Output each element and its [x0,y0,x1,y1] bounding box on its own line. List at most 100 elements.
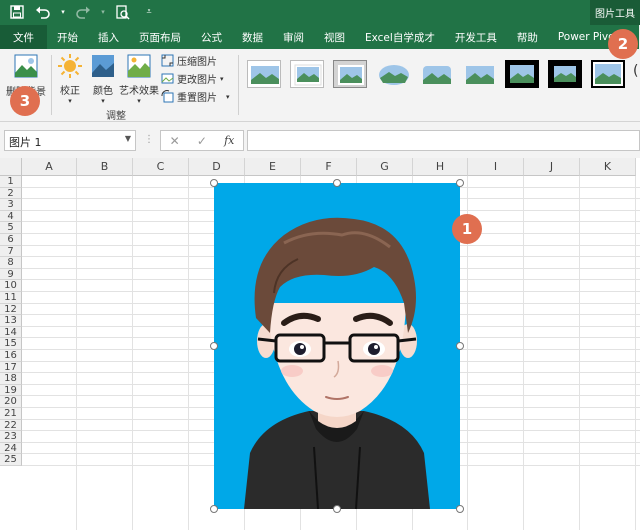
color-button[interactable]: 颜色 ▾ [88,53,118,105]
tab-review[interactable]: 审阅 [273,25,314,49]
row-header[interactable]: 1 [0,176,22,188]
color-dropdown-icon: ▾ [101,97,105,105]
row-header[interactable]: 4 [0,210,22,223]
artistic-effects-button[interactable]: 艺术效果 ▾ [118,53,160,105]
resize-handle-top[interactable] [333,179,341,187]
formula-bar-grip-icon[interactable]: ⋮ [144,134,154,145]
tab-data[interactable]: 数据 [232,25,273,49]
compress-pictures-button[interactable]: 压缩图片 [161,53,230,68]
compress-pictures-label: 压缩图片 [177,57,217,68]
resize-handle-top-left[interactable] [210,179,218,187]
row-header[interactable]: 5 [0,222,22,234]
corrections-button[interactable]: 校正 ▾ [55,53,85,105]
resize-handle-bottom[interactable] [333,505,341,513]
picture-style-6[interactable] [462,60,496,88]
picture-style-9[interactable] [591,60,625,88]
column-header[interactable]: F [301,158,357,176]
resize-handle-top-right[interactable] [456,179,464,187]
tab-file[interactable]: 文件 [0,25,47,49]
change-picture-button[interactable]: 更改图片 ▾ [161,71,230,86]
tab-formulas[interactable]: 公式 [191,25,232,49]
formula-input[interactable] [247,130,640,151]
enter-icon[interactable]: ✓ [197,134,207,148]
column-header[interactable]: C [133,158,189,176]
save-icon[interactable] [8,3,26,21]
row-header[interactable]: 17 [0,361,22,374]
inserted-picture[interactable] [214,183,460,509]
avatar-illustration [244,217,430,509]
column-header[interactable]: I [468,158,524,176]
row-header[interactable]: 6 [0,234,22,246]
row-header[interactable]: 18 [0,373,22,385]
row-header[interactable]: 13 [0,315,22,327]
customize-qat-icon[interactable]: ⩡ [140,3,158,21]
column-header[interactable]: J [524,158,580,176]
row-header[interactable]: 8 [0,257,22,269]
picture-style-5[interactable] [419,60,453,88]
redo-icon[interactable] [74,3,92,21]
picture-tools-context-label: 图片工具 [590,0,640,25]
print-preview-icon[interactable] [114,3,132,21]
picture-style-4[interactable] [376,60,410,88]
column-gridline [523,176,524,530]
resize-handle-left[interactable] [210,342,218,350]
resize-handle-bottom-left[interactable] [210,505,218,513]
row-header[interactable]: 23 [0,431,22,443]
picture-style-3[interactable] [333,60,367,88]
row-header[interactable]: 15 [0,338,22,350]
row-header[interactable]: 10 [0,280,22,292]
resize-handle-right[interactable] [456,342,464,350]
row-header[interactable]: 14 [0,326,22,339]
row-header[interactable]: 11 [0,292,22,304]
undo-dropdown-icon[interactable]: ▾ [60,3,66,21]
tab-help[interactable]: 帮助 [507,25,548,49]
row-header[interactable]: 12 [0,303,22,316]
row-header[interactable]: 19 [0,384,22,397]
tab-page-layout[interactable]: 页面布局 [129,25,191,49]
undo-icon[interactable] [34,3,52,21]
column-header[interactable]: E [245,158,301,176]
select-all-corner[interactable] [0,158,22,176]
row-header[interactable]: 2 [0,187,22,200]
column-header[interactable]: K [580,158,636,176]
picture-style-2[interactable] [290,60,324,88]
spreadsheet-grid[interactable]: ABCDEFGHIJK 1 2 3 4 5 6 7 8 9 10 11 12 13 14 15 16 17 18 1… [0,158,640,530]
artistic-effects-icon [127,54,151,78]
name-box[interactable]: 图片 1 ▼ [4,130,136,151]
adjust-small-buttons: 压缩图片 更改图片 ▾ 重置图片 ▾ [161,53,230,104]
color-label: 颜色 [93,86,113,97]
column-header[interactable]: G [357,158,413,176]
row-header[interactable]: 24 [0,442,22,455]
column-header[interactable]: B [77,158,133,176]
row-header[interactable]: 25 [0,454,22,466]
row-header[interactable]: 7 [0,245,22,258]
insert-function-icon[interactable]: fx [224,134,234,147]
corrections-label: 校正 [60,86,80,97]
row-header[interactable]: 3 [0,199,22,211]
column-header[interactable]: H [413,158,468,176]
reset-picture-label: 重置图片 [177,93,217,104]
row-header[interactable]: 16 [0,350,22,362]
ribbon-tabs: 文件 开始 插入 页面布局 公式 数据 审阅 视图 Excel自学成才 开发工具… [0,25,640,49]
column-header[interactable]: A [22,158,77,176]
row-header[interactable]: 22 [0,419,22,432]
tab-insert[interactable]: 插入 [88,25,129,49]
row-header[interactable]: 9 [0,268,22,281]
name-box-dropdown-icon[interactable]: ▼ [125,134,131,143]
tab-developer[interactable]: 开发工具 [445,25,507,49]
row-header[interactable]: 21 [0,408,22,420]
picture-style-1[interactable] [247,60,281,88]
picture-style-7[interactable] [505,60,539,88]
redo-dropdown-icon[interactable]: ▾ [100,3,106,21]
tab-view[interactable]: 视图 [314,25,355,49]
tab-excel-self-study[interactable]: Excel自学成才 [355,25,445,49]
column-gridline [635,176,636,530]
row-header[interactable]: 20 [0,396,22,408]
reset-picture-button[interactable]: 重置图片 ▾ [161,89,230,104]
resize-handle-bottom-right[interactable] [456,505,464,513]
column-header[interactable]: D [189,158,245,176]
cancel-icon[interactable]: ✕ [170,134,180,148]
picture-style-8[interactable] [548,60,582,88]
tab-home[interactable]: 开始 [47,25,88,49]
more-styles-icon[interactable]: ( [633,63,638,79]
